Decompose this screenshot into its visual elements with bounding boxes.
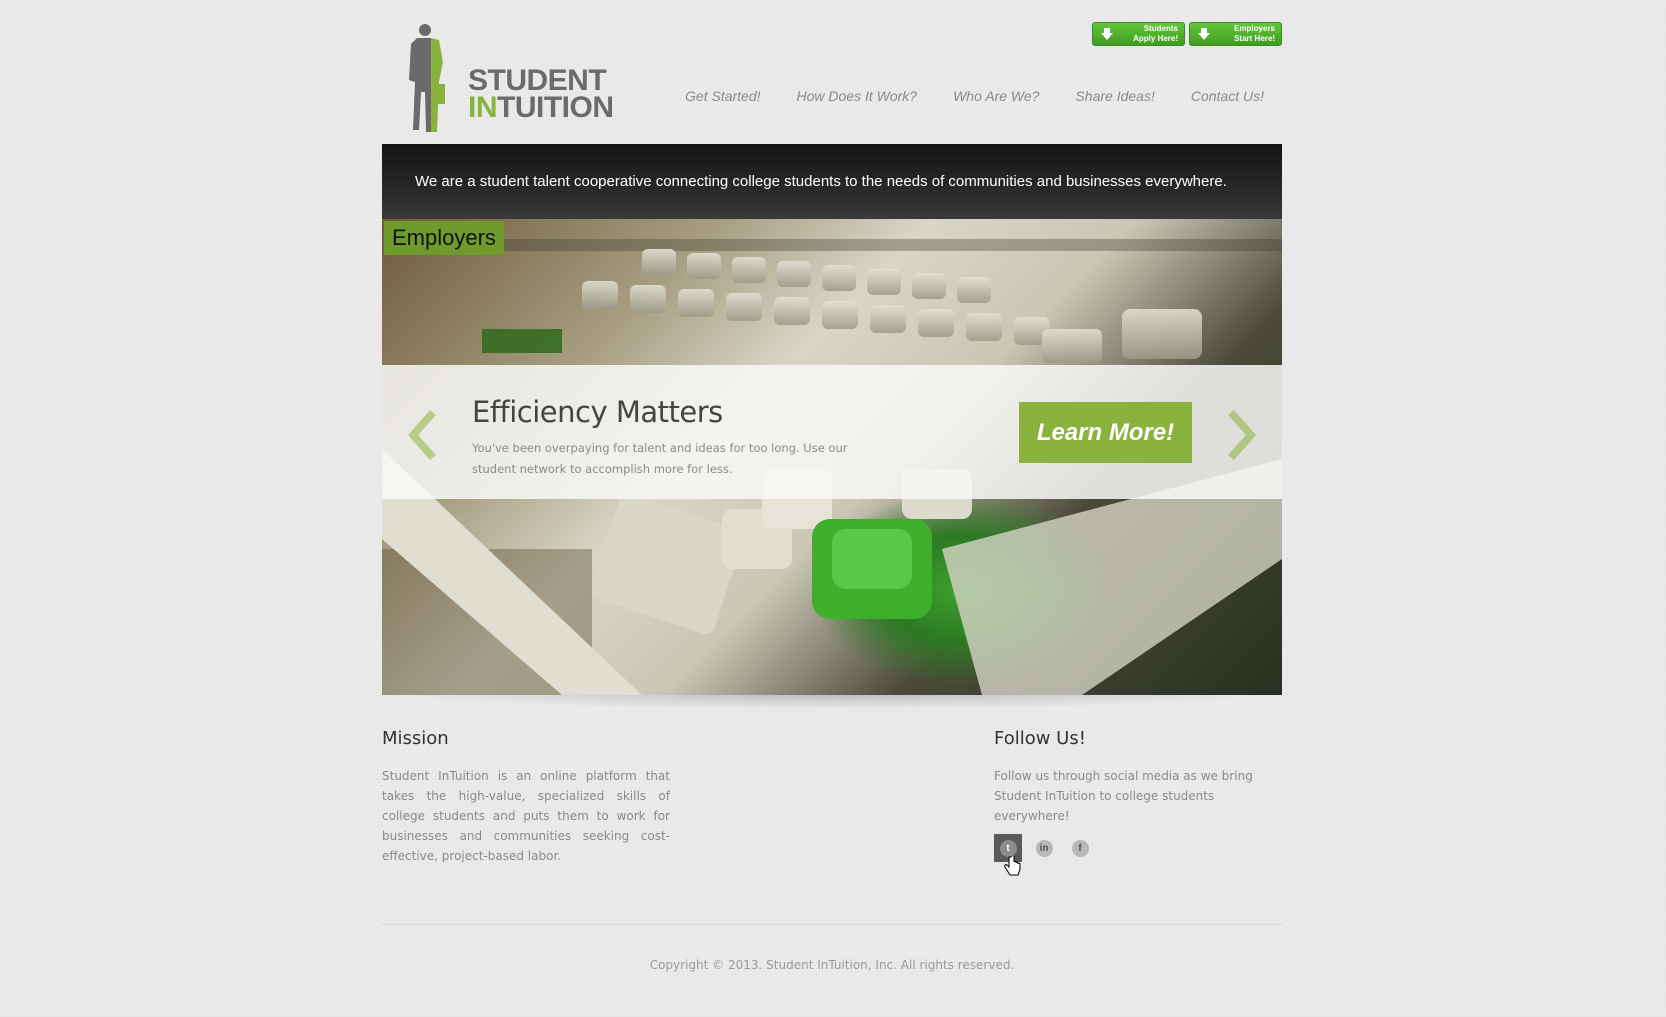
- page-container: STUDENT INTUITION Students Apply Here! E…: [382, 0, 1282, 1017]
- employers-start-button[interactable]: Employers Start Here!: [1189, 22, 1282, 46]
- slide-caption: Efficiency Matters You've been overpayin…: [382, 365, 1282, 499]
- logo-line-1: STUDENT: [468, 64, 607, 97]
- employers-start-label: Employers Start Here!: [1234, 24, 1275, 44]
- top-cta-group: Students Apply Here! Employers Start Her…: [1092, 22, 1282, 46]
- students-apply-line2: Apply Here!: [1133, 34, 1178, 43]
- hero-slider: Employers Efficiency Matters You've been…: [382, 219, 1282, 695]
- facebook-link[interactable]: f: [1066, 834, 1094, 862]
- facebook-icon: f: [1071, 839, 1089, 857]
- footer-divider: [382, 924, 1282, 925]
- slide-category-label: Employers: [384, 221, 504, 255]
- employers-start-line2: Start Here!: [1234, 34, 1275, 43]
- logo-line-2: INTUITION: [468, 91, 614, 124]
- nav-share-ideas[interactable]: Share Ideas!: [1075, 88, 1154, 104]
- nav-contact-us[interactable]: Contact Us!: [1191, 88, 1264, 104]
- nav-get-started[interactable]: Get Started!: [685, 88, 760, 104]
- slider-shadow: [394, 695, 1270, 709]
- down-arrow-icon: [1198, 28, 1210, 40]
- main-nav: Get Started! How Does It Work? Who Are W…: [649, 88, 1264, 104]
- linkedin-icon: in: [1035, 839, 1053, 857]
- slide-title: Efficiency Matters: [472, 395, 723, 429]
- hand-cursor-icon: [1004, 856, 1021, 876]
- copyright-text: Copyright © 2013. Student InTuition, Inc…: [649, 958, 1015, 972]
- mission-heading: Mission: [382, 728, 449, 749]
- logo-figure-icon: [409, 24, 445, 132]
- follow-text: Follow us through social media as we bri…: [994, 769, 1253, 823]
- site-logo[interactable]: STUDENT INTUITION: [399, 22, 614, 138]
- logo-tuition: TUITION: [497, 91, 614, 124]
- down-arrow-icon: [1101, 28, 1113, 40]
- mission-text: Student InTuition is an online platform …: [382, 769, 670, 863]
- nav-how-it-works[interactable]: How Does It Work?: [797, 88, 918, 104]
- follow-heading: Follow Us!: [994, 728, 1086, 749]
- tagline-banner: We are a student talent cooperative conn…: [382, 144, 1282, 219]
- employers-start-line1: Employers: [1234, 24, 1275, 33]
- nav-who-are-we[interactable]: Who Are We?: [953, 88, 1039, 104]
- twitter-icon: t: [999, 839, 1017, 857]
- slider-next-arrow-icon[interactable]: [1224, 405, 1264, 465]
- learn-more-button[interactable]: Learn More!: [1019, 402, 1192, 463]
- students-apply-label: Students Apply Here!: [1133, 24, 1178, 44]
- logo-wordmark: STUDENT INTUITION: [468, 64, 614, 124]
- students-apply-line1: Students: [1143, 24, 1178, 33]
- slide-description: You've been overpaying for talent and id…: [472, 441, 848, 476]
- linkedin-link[interactable]: in: [1030, 834, 1058, 862]
- logo-in: IN: [468, 91, 498, 124]
- students-apply-button[interactable]: Students Apply Here!: [1092, 22, 1185, 46]
- slider-prev-arrow-icon[interactable]: [400, 405, 440, 465]
